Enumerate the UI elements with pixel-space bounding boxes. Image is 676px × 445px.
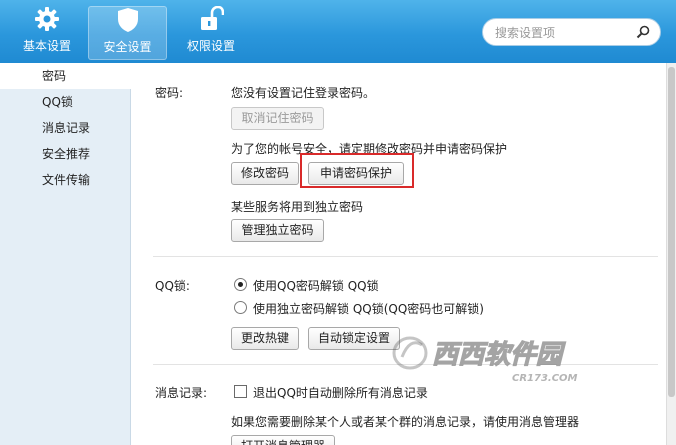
tab-basic-settings[interactable]: 基本设置 — [8, 6, 86, 60]
qq-lock-section-label: QQ锁: — [155, 279, 190, 293]
change-hotkey-button[interactable]: 更改热键 — [231, 327, 299, 350]
sidebar: 密码 QQ锁 消息记录 安全推荐 文件传输 — [0, 63, 131, 445]
auto-delete-messages-checkbox[interactable] — [234, 385, 247, 398]
red-highlight-box — [300, 153, 414, 188]
shield-icon — [89, 7, 166, 33]
watermark-text: 西西软件园 — [432, 340, 566, 370]
password-status-text: 您没有设置记住登录密码。 — [231, 86, 376, 100]
change-password-button[interactable]: 修改密码 — [231, 162, 299, 185]
tab-label: 安全设置 — [103, 40, 152, 54]
qq-lock-option-qq-password-label[interactable]: 使用QQ密码解锁 QQ锁 — [253, 277, 379, 294]
qq-lock-option-qq-password-radio[interactable] — [234, 278, 247, 291]
qq-lock-option-independent-label[interactable]: 使用独立密码解锁 QQ锁(QQ密码也可解锁) — [253, 300, 484, 317]
sidebar-item-file-transfer[interactable]: 文件传输 — [0, 167, 130, 193]
sidebar-item-qq-lock[interactable]: QQ锁 — [0, 89, 130, 115]
independent-password-note: 某些服务将用到独立密码 — [231, 200, 364, 214]
section-divider — [153, 256, 658, 257]
tab-security-settings[interactable]: 安全设置 — [88, 6, 167, 60]
cancel-remember-password-button[interactable]: 取消记住密码 — [231, 107, 324, 130]
site-watermark-logo: 西西软件园 CR173.COM — [392, 327, 608, 390]
password-section-label: 密码: — [155, 86, 184, 100]
scrollbar-thumb[interactable] — [668, 67, 675, 397]
vertical-scrollbar[interactable] — [666, 63, 676, 445]
sidebar-item-password[interactable]: 密码 — [0, 63, 131, 89]
open-message-manager-button[interactable]: 打开消息管理器 — [231, 435, 335, 445]
top-toolbar: 基本设置 安全设置 权限设置 — [0, 0, 676, 63]
search-input[interactable] — [495, 24, 625, 41]
tab-permission-settings[interactable]: 权限设置 — [172, 5, 250, 60]
auto-lock-settings-button[interactable]: 自动锁定设置 — [308, 327, 400, 350]
sidebar-item-message-history[interactable]: 消息记录 — [0, 115, 130, 141]
message-manager-note: 如果您需要删除某个人或者某个群的消息记录，请使用消息管理器 — [231, 415, 580, 429]
gear-icon — [8, 6, 86, 32]
watermark-subtext: CR173.COM — [512, 373, 578, 384]
qq-lock-option-independent-radio[interactable] — [234, 301, 247, 314]
manage-independent-password-button[interactable]: 管理独立密码 — [231, 219, 324, 242]
tab-label: 基本设置 — [22, 39, 71, 53]
tab-label: 权限设置 — [186, 39, 235, 53]
unlock-icon — [172, 5, 250, 32]
message-history-section-label: 消息记录: — [155, 386, 208, 400]
sidebar-item-security-recommend[interactable]: 安全推荐 — [0, 141, 130, 167]
search-box[interactable] — [482, 18, 661, 46]
search-icon[interactable] — [636, 25, 650, 42]
